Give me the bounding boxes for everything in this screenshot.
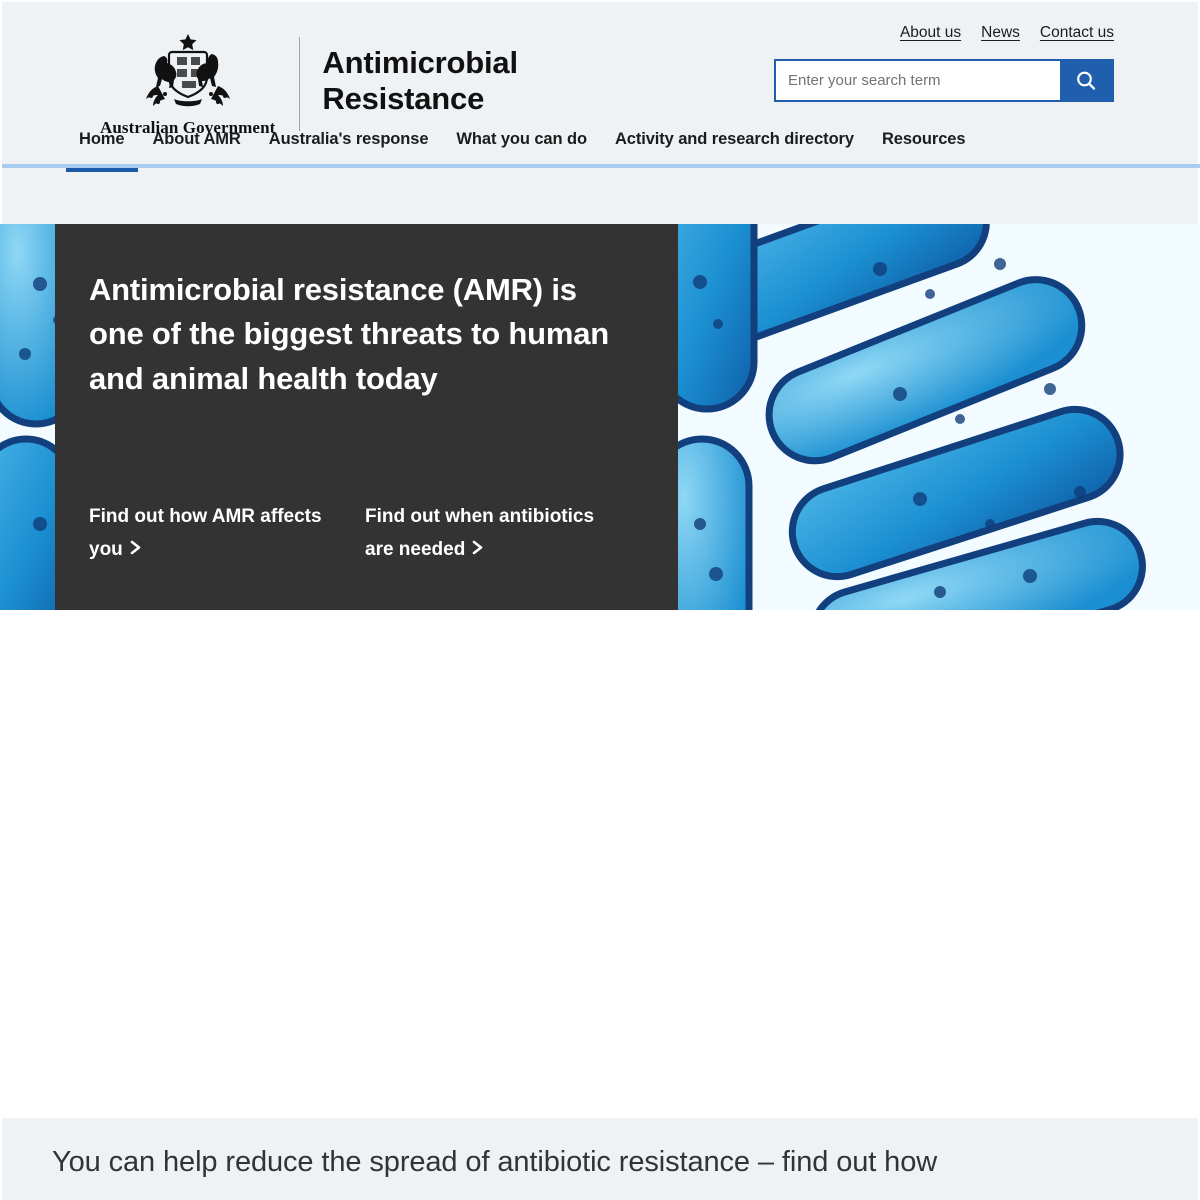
nav-item-about-amr[interactable]: About AMR <box>138 110 254 168</box>
main-content: What is AMR? AMR occurs when microorgani… <box>0 610 1200 1118</box>
hero-link-amr-affects-you-label: Find out how AMR affects you <box>89 506 322 560</box>
nav-item-activity-and-research-directory[interactable]: Activity and research directory <box>601 110 868 168</box>
site-title-line1: Antimicrobial <box>322 45 518 81</box>
hero-cta-links: Find out how AMR affects you Find out wh… <box>89 501 610 567</box>
reduce-spread-band: You can help reduce the spread of antibi… <box>0 1118 1200 1200</box>
utility-link-about-us[interactable]: About us <box>900 24 961 42</box>
search-icon <box>1077 71 1096 90</box>
australian-coat-of-arms-icon <box>145 34 230 107</box>
hero-text-panel: Antimicrobial resistance (AMR) is one of… <box>55 224 678 610</box>
hero-link-when-antibiotics-are-needed[interactable]: Find out when antibiotics are needed <box>365 501 610 567</box>
nav-item-what-you-can-do[interactable]: What you can do <box>442 110 601 168</box>
utility-link-news[interactable]: News <box>981 24 1020 42</box>
main-nav: Home About AMR Australia's response What… <box>2 110 1200 172</box>
nav-item-home[interactable]: Home <box>66 110 139 172</box>
header-inner: Australian Government Antimicrobial Resi… <box>2 2 1200 172</box>
hero-link-amr-affects-you[interactable]: Find out how AMR affects you <box>89 501 334 567</box>
nav-item-australias-response[interactable]: Australia's response <box>255 110 443 168</box>
site-header: Australian Government Antimicrobial Resi… <box>0 0 1200 224</box>
hero-banner: Antimicrobial resistance (AMR) is one of… <box>0 224 1200 610</box>
search-submit-button[interactable] <box>1060 61 1112 100</box>
reduce-spread-heading: You can help reduce the spread of antibi… <box>52 1146 938 1178</box>
chevron-right-icon <box>471 535 484 568</box>
search-input[interactable] <box>776 61 1060 100</box>
nav-item-resources[interactable]: Resources <box>868 110 979 168</box>
utility-link-contact-us[interactable]: Contact us <box>1040 24 1114 42</box>
hero-heading: Antimicrobial resistance (AMR) is one of… <box>89 272 610 396</box>
page-root: Australian Government Antimicrobial Resi… <box>0 0 1200 1200</box>
utility-nav: About us News Contact us <box>900 24 1114 42</box>
chevron-right-icon <box>129 535 142 568</box>
search-form <box>774 59 1114 102</box>
